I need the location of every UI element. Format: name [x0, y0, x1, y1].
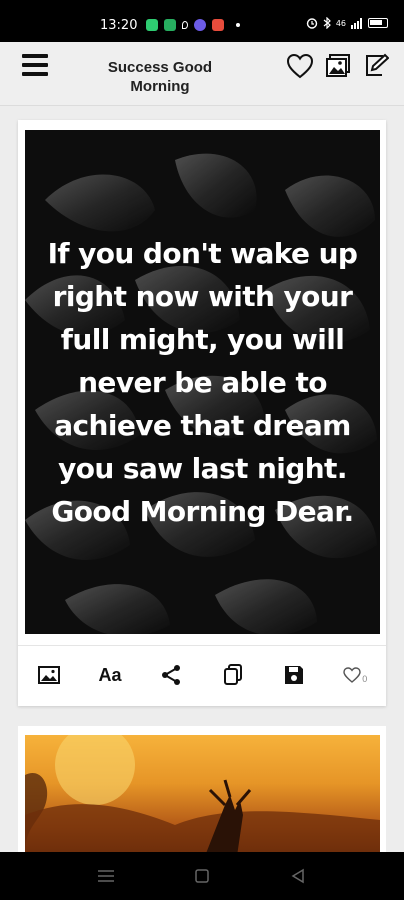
- save-icon: [284, 666, 303, 684]
- quote-card-next: [18, 726, 386, 856]
- network-type: 46: [335, 18, 346, 28]
- heart-icon: [343, 667, 361, 683]
- app-icon: [194, 19, 206, 31]
- font-label: Aa: [98, 664, 122, 685]
- app-icon: [212, 19, 224, 31]
- recent-apps-button[interactable]: [96, 868, 116, 884]
- app-bar: Success Good Morning: [0, 42, 404, 106]
- page-title: Success Good Morning: [107, 59, 213, 95]
- system-nav-bar: [0, 852, 404, 900]
- card-actions: Aa 0: [18, 655, 386, 695]
- save-button[interactable]: [278, 659, 310, 691]
- location-icon: [182, 21, 188, 29]
- notification-icons: [146, 19, 240, 31]
- menu-icon[interactable]: [22, 54, 50, 82]
- dot-icon: [236, 23, 240, 27]
- status-time: 13:20: [100, 18, 138, 33]
- edit-icon[interactable]: [362, 52, 390, 80]
- sunset-scene: [25, 735, 380, 856]
- status-bar: 13:20 46: [0, 0, 404, 42]
- image-button[interactable]: [33, 659, 65, 691]
- copy-button[interactable]: [217, 659, 249, 691]
- copy-icon: [223, 664, 242, 685]
- font-button[interactable]: Aa: [94, 659, 126, 691]
- app-icon: [164, 19, 176, 31]
- alarm-icon: [306, 18, 318, 29]
- share-icon: [162, 665, 181, 685]
- signal-icon: [351, 17, 362, 29]
- top-actions: [286, 52, 390, 80]
- like-count: 0: [362, 674, 368, 684]
- status-right: 46: [306, 17, 388, 29]
- quote-image[interactable]: If you don't wake up right now with your…: [25, 130, 380, 634]
- bluetooth-icon: [323, 17, 331, 29]
- quote-card: If you don't wake up right now with your…: [18, 120, 386, 706]
- home-button[interactable]: [194, 868, 214, 884]
- back-button[interactable]: [290, 868, 310, 884]
- divider: [18, 645, 386, 646]
- back-triangle-icon: [291, 868, 304, 884]
- favorite-heart-icon[interactable]: [286, 52, 314, 80]
- battery-icon: [368, 18, 388, 28]
- like-button[interactable]: 0: [339, 659, 371, 691]
- share-button[interactable]: [155, 659, 187, 691]
- quote-text: If you don't wake up right now with your…: [47, 237, 358, 528]
- quote-image-next[interactable]: [25, 735, 380, 856]
- gallery-icon[interactable]: [324, 52, 352, 80]
- chat-icon: [146, 19, 158, 31]
- image-icon: [37, 666, 60, 684]
- menu-lines-icon: [98, 870, 114, 882]
- home-square-icon: [195, 869, 209, 883]
